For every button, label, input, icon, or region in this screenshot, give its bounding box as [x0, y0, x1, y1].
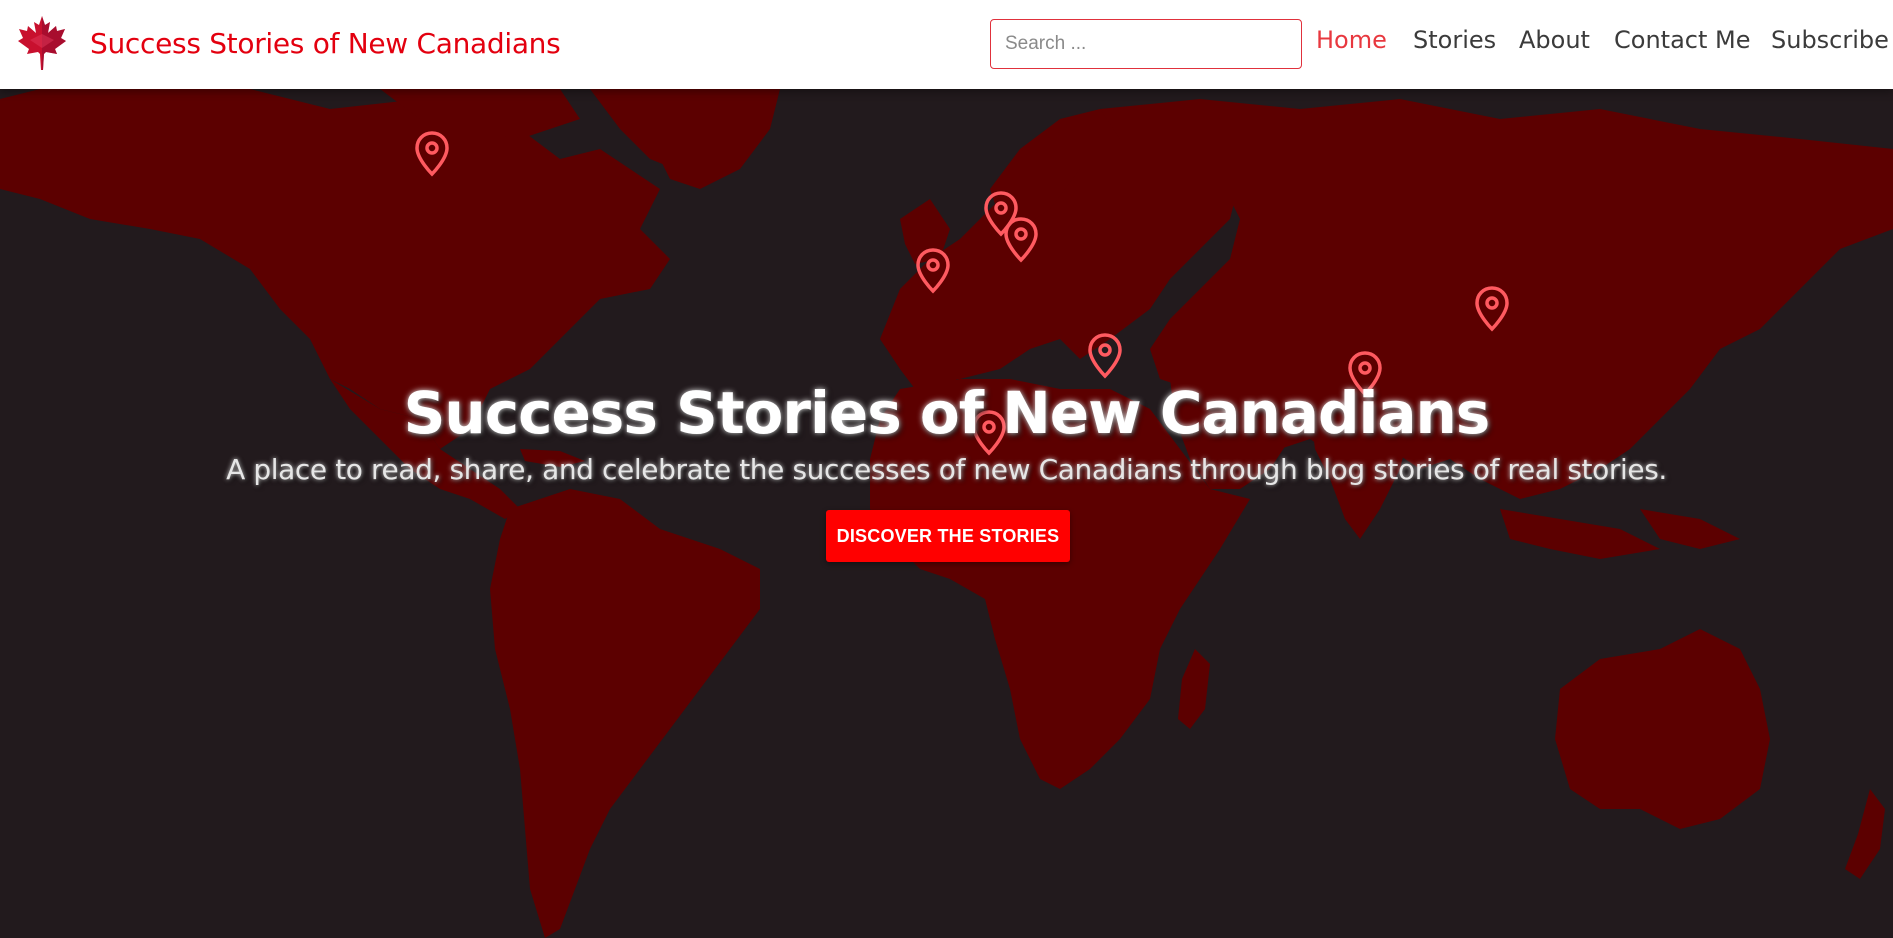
nav-contact-me[interactable]: Contact Me	[1614, 26, 1750, 54]
hero-title: Success Stories of New Canadians	[403, 379, 1491, 447]
hero-subtitle: A place to read, share, and celebrate th…	[226, 453, 1667, 486]
map-pin-icon[interactable]	[913, 247, 953, 295]
brand-title: Success Stories of New Canadians	[90, 26, 561, 60]
map-pin-icon[interactable]	[1472, 285, 1512, 333]
map-pin-icon[interactable]	[1085, 332, 1125, 380]
nav-subscribe[interactable]: Subscribe	[1771, 26, 1889, 54]
maple-leaf-icon	[18, 16, 66, 70]
site-header: Success Stories of New Canadians Home St…	[0, 0, 1893, 89]
nav-stories[interactable]: Stories	[1413, 26, 1496, 54]
search-input[interactable]	[990, 19, 1302, 69]
discover-stories-button[interactable]: DISCOVER THE STORIES	[826, 510, 1070, 562]
nav-about[interactable]: About	[1519, 26, 1590, 54]
brand-link[interactable]: Success Stories of New Canadians	[16, 14, 561, 72]
hero-section: Success Stories of New Canadians A place…	[0, 89, 1893, 938]
map-pin-icon[interactable]	[412, 130, 452, 178]
map-pin-icon[interactable]	[1001, 216, 1041, 264]
nav-home[interactable]: Home	[1316, 26, 1387, 54]
